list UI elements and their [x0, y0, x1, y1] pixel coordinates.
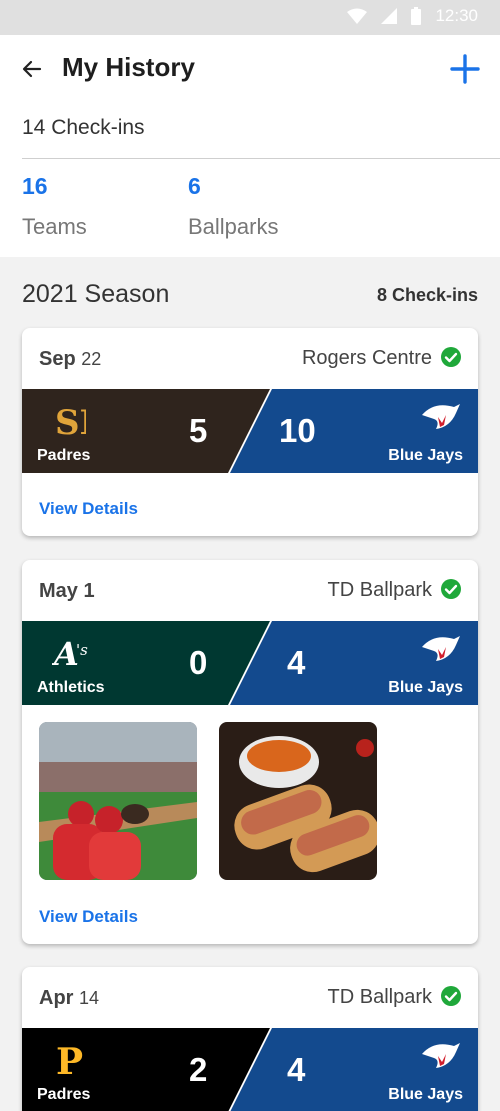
ballparks-count: 6	[188, 173, 201, 199]
svg-text:'s: 's	[76, 641, 88, 659]
verified-check-icon	[441, 579, 461, 599]
game-card[interactable]: Apr 14 TD Ballpark P Padres 2 4 Blue Jay…	[22, 967, 478, 1111]
home-team-name: Blue Jays	[388, 1086, 463, 1103]
season-title: 2021 Season	[22, 280, 170, 308]
away-team-name: Padres	[37, 1086, 91, 1103]
game-card[interactable]: Sep 22 Rogers Centre SD Padres 5 10 Blue…	[22, 328, 478, 536]
home-score: 4	[287, 644, 306, 681]
verified-check-icon	[441, 347, 461, 367]
game-date: Sep 22	[39, 348, 101, 371]
home-score: 4	[287, 1051, 306, 1088]
battery-icon	[411, 7, 422, 25]
home-team-name: Blue Jays	[388, 447, 463, 464]
game-day: 14	[79, 988, 100, 1008]
signal-icon	[381, 8, 398, 24]
game-date: May 1	[39, 580, 95, 603]
scoreboard: P Padres 2 4 Blue Jays	[22, 1028, 478, 1111]
venue-name: TD Ballpark	[327, 579, 432, 601]
away-score: 2	[189, 1051, 208, 1088]
blue-jays-logo-icon	[422, 1043, 460, 1068]
scoreboard: A 's Athletics 0 4 Blue Jays	[22, 621, 478, 705]
wifi-icon	[347, 8, 368, 24]
home-team-name: Blue Jays	[388, 679, 463, 696]
plus-icon	[450, 54, 480, 84]
stadium-image	[39, 722, 197, 880]
away-score: 0	[189, 644, 208, 681]
clock-time: 12:30	[435, 6, 478, 25]
teams-label: Teams	[22, 214, 87, 239]
away-score: 5	[189, 412, 208, 449]
view-details-link[interactable]: View Details	[39, 499, 138, 519]
teams-stat[interactable]: 16 Teams	[22, 173, 87, 240]
away-team-name: Padres	[37, 447, 91, 464]
status-bar: 12:30	[0, 0, 500, 35]
hotdog-image	[219, 722, 377, 880]
blue-jays-logo-icon	[422, 636, 460, 661]
athletics-logo-icon: A 's	[52, 635, 88, 673]
stadium-photo[interactable]	[39, 722, 197, 880]
game-card[interactable]: May 1 TD Ballpark A 's Athletics 0 4 Blu…	[22, 560, 478, 944]
svg-text:SD: SD	[55, 403, 86, 441]
venue-name: Rogers Centre	[301, 347, 432, 369]
game-date: Apr 14	[39, 987, 99, 1010]
divider	[22, 158, 500, 159]
view-details-link[interactable]: View Details	[39, 907, 138, 927]
ballparks-label: Ballparks	[188, 214, 279, 239]
game-month: Sep	[39, 348, 76, 370]
page-title: My History	[62, 52, 195, 82]
blue-jays-logo-icon	[422, 404, 460, 429]
scoreboard: SD Padres 5 10 Blue Jays	[22, 389, 478, 473]
home-score: 10	[279, 412, 316, 449]
pirates-logo-icon: P	[56, 1041, 83, 1080]
game-month: May 1	[39, 580, 95, 602]
game-day: 22	[81, 349, 102, 369]
padres-logo-icon: SD	[55, 403, 86, 441]
ballparks-stat[interactable]: 6 Ballparks	[188, 173, 278, 240]
history-header: My History 14 Check-ins 16 Teams 6 Ballp…	[0, 35, 500, 257]
teams-count: 16	[22, 173, 48, 199]
verified-check-icon	[441, 986, 461, 1006]
add-checkin-button[interactable]	[449, 53, 481, 85]
season-checkins: 8 Check-ins	[376, 285, 478, 305]
away-team-name: Athletics	[37, 679, 105, 696]
svg-text:P: P	[56, 1041, 83, 1080]
back-button[interactable]	[20, 57, 44, 81]
food-photo[interactable]	[219, 722, 377, 880]
game-month: Apr	[39, 987, 74, 1009]
venue-name: TD Ballpark	[327, 986, 432, 1008]
arrow-left-icon	[22, 60, 42, 78]
svg-text:A: A	[52, 635, 79, 673]
checkins-total: 14 Check-ins	[22, 116, 145, 139]
